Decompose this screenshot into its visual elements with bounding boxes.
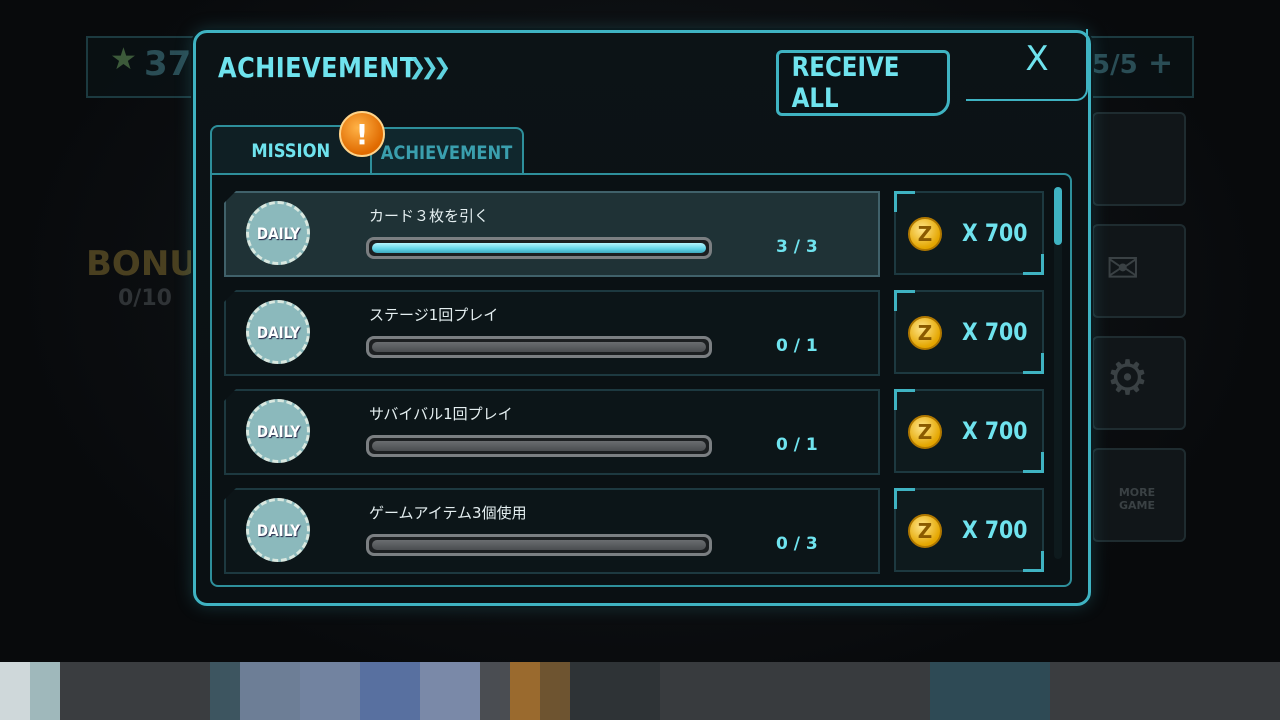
- bottom-menu-bar: [0, 662, 1280, 720]
- reward-claim-button[interactable]: Z X 700: [894, 488, 1044, 572]
- reward-claim-button[interactable]: Z X 700: [894, 290, 1044, 374]
- receive-all-label: RECEIVE ALL: [791, 52, 900, 114]
- more-game-label: MORE GAME: [1118, 486, 1156, 512]
- progress-bar-fill: [372, 243, 706, 253]
- bonus-count: 0/10: [118, 286, 172, 311]
- mission-name: サバイバル1回プレイ: [369, 405, 513, 423]
- progress-bar: [366, 336, 712, 358]
- mission-name: ゲームアイテム3個使用: [369, 504, 527, 522]
- mission-list: DAILY カード３枚を引く 3 / 3 Z X 700 DAILY ステージ1…: [210, 173, 1072, 587]
- mission-name: ステージ1回プレイ: [369, 306, 499, 324]
- daily-badge: DAILY: [246, 300, 310, 364]
- reward-amount: X 700: [962, 516, 1028, 544]
- progress-text: 0 / 1: [776, 435, 818, 455]
- daily-badge: DAILY: [246, 498, 310, 562]
- gear-icon: ⚙: [1106, 350, 1150, 406]
- medal-count: 37: [144, 44, 192, 84]
- mission-row: DAILY カード３枚を引く 3 / 3: [224, 191, 880, 277]
- scroll-thumb[interactable]: [1054, 187, 1062, 245]
- progress-bar: [366, 435, 712, 457]
- zombie-coin-icon: Z: [908, 217, 942, 251]
- progress-text: 0 / 3: [776, 534, 818, 554]
- daily-badge: DAILY: [246, 201, 310, 265]
- mission-name: カード３枚を引く: [369, 207, 490, 225]
- progress-bar: [366, 237, 712, 259]
- scrollbar[interactable]: [1054, 187, 1062, 559]
- add-lives-icon: +: [1148, 46, 1174, 81]
- mission-row: DAILY ゲームアイテム3個使用 0 / 3: [224, 488, 880, 574]
- close-button[interactable]: X: [991, 33, 1083, 85]
- reward-claim-button[interactable]: Z X 700: [894, 191, 1044, 275]
- medal-icon: ★: [110, 42, 137, 77]
- achievement-dialog: ACHIEVEMENT ❯❯❯ RECEIVE ALL X MISSION AC…: [193, 29, 1091, 606]
- daily-badge: DAILY: [246, 399, 310, 463]
- reward-claim-button[interactable]: Z X 700: [894, 389, 1044, 473]
- friends-button[interactable]: [1092, 112, 1186, 206]
- progress-text: 3 / 3: [776, 237, 818, 257]
- progress-bar: [366, 534, 712, 556]
- chevrons-icon: ❯❯❯: [408, 55, 451, 80]
- mail-icon: ✉: [1106, 246, 1140, 292]
- mission-row: DAILY サバイバル1回プレイ 0 / 1: [224, 389, 880, 475]
- reward-amount: X 700: [962, 417, 1028, 445]
- mission-row: DAILY ステージ1回プレイ 0 / 1: [224, 290, 880, 376]
- tab-achievement-label: ACHIEVEMENT: [381, 142, 513, 164]
- alert-icon: !: [339, 111, 385, 157]
- reward-amount: X 700: [962, 219, 1028, 247]
- close-icon: X: [1025, 39, 1049, 79]
- reward-amount: X 700: [962, 318, 1028, 346]
- zombie-coin-icon: Z: [908, 514, 942, 548]
- progress-text: 0 / 1: [776, 336, 818, 356]
- receive-all-button[interactable]: RECEIVE ALL: [776, 50, 950, 116]
- zombie-coin-icon: Z: [908, 316, 942, 350]
- zombie-coin-icon: Z: [908, 415, 942, 449]
- lives-count: 5/5: [1092, 50, 1138, 80]
- tab-mission-label: MISSION: [251, 140, 331, 162]
- dialog-title: ACHIEVEMENT: [218, 51, 417, 84]
- tab-achievement[interactable]: ACHIEVEMENT: [370, 127, 524, 177]
